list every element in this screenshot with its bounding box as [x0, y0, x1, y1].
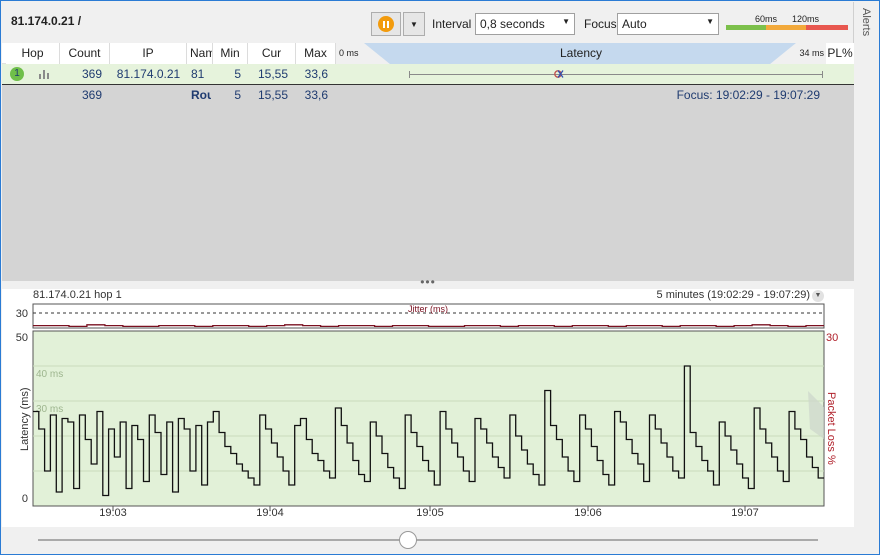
- col-ip[interactable]: IP: [110, 43, 187, 64]
- chevron-down-icon: ▼: [562, 17, 570, 26]
- latency-color-legend: 60ms 120ms: [726, 14, 848, 32]
- legend-red-bar: [806, 25, 848, 30]
- col-cur[interactable]: Cur: [248, 43, 296, 64]
- col-latency[interactable]: 0 ms Latency 34 ms: [336, 43, 826, 64]
- x-axis: 19:03 19:04 19:05 19:06 19:07: [99, 506, 759, 519]
- y2-axis-max: 30: [826, 332, 838, 344]
- timeline-graph: 81.174.0.21 hop 1 5 minutes (19:02:29 - …: [2, 289, 854, 527]
- y-axis-zero: 0: [22, 493, 28, 505]
- latency-header-label: Latency: [559, 46, 603, 60]
- bar-chart-icon[interactable]: [39, 69, 51, 79]
- legend-60ms: 60ms: [755, 14, 778, 24]
- x-tick-label: 19:05: [416, 507, 444, 519]
- pause-icon: [378, 16, 394, 32]
- legend-120ms: 120ms: [792, 14, 820, 24]
- splitter-grip-icon: •••: [420, 275, 436, 289]
- summary-max: 33,6: [304, 88, 328, 102]
- latency-plot-area: [32, 330, 825, 507]
- gridline-30-label: 30 ms: [36, 404, 63, 415]
- col-count[interactable]: Count: [60, 43, 110, 64]
- target-host[interactable]: 81.174.0.21 /: [11, 14, 81, 28]
- summary-min: 5: [234, 88, 241, 102]
- alerts-label: Alerts: [860, 8, 872, 37]
- cell-max: 33,6: [304, 67, 328, 81]
- summary-count: 369: [81, 88, 102, 102]
- interval-select[interactable]: 0,8 seconds ▼: [475, 13, 575, 35]
- summary-row: 369 Round Trip 5 15,55 33,6 Focus: 19:02…: [2, 84, 854, 104]
- cell-cur: 15,55: [257, 67, 288, 81]
- col-name[interactable]: Name: [187, 43, 213, 64]
- legend-green-bar: [726, 25, 766, 30]
- latency-current-marker-icon: [554, 70, 564, 78]
- chevron-down-icon: ▼: [706, 17, 714, 26]
- interval-value: 0,8 seconds: [480, 17, 545, 31]
- y-axis-label: Latency (ms): [19, 387, 31, 451]
- table-row[interactable]: 1 369 81.174.0.21 81 5 15,55 33,6: [2, 64, 854, 84]
- cell-min: 5: [234, 67, 241, 81]
- col-min[interactable]: Min: [213, 43, 248, 64]
- x-tick-label: 19:03: [99, 507, 127, 519]
- summary-cur: 15,55: [257, 88, 288, 102]
- time-slider-track[interactable]: [38, 539, 818, 541]
- col-hop[interactable]: Hop: [6, 43, 60, 64]
- col-max[interactable]: Max: [296, 43, 336, 64]
- jitter-axis-max: 30: [16, 308, 28, 320]
- latency-range-track: [409, 71, 823, 78]
- gridline-40-label: 40 ms: [36, 369, 63, 380]
- chevron-down-icon: ▼: [410, 19, 418, 29]
- y-axis-max: 50: [16, 332, 28, 344]
- x-tick-label: 19:04: [256, 507, 284, 519]
- pane-splitter[interactable]: •••: [2, 275, 854, 289]
- legend-orange-bar: [766, 25, 806, 30]
- x-tick-label: 19:06: [574, 507, 602, 519]
- app-window: 81.174.0.21 / ▼ Interval 0,8 seconds ▼ F…: [0, 0, 880, 555]
- interval-label: Interval: [432, 17, 472, 31]
- jitter-label: Jitter (ms): [408, 304, 448, 314]
- cell-ip: 81.174.0.21: [116, 67, 181, 81]
- focus-value: Auto: [622, 17, 647, 31]
- cell-name: 81: [191, 67, 205, 81]
- table-header: Hop Count IP Name Min Cur Max 0 ms Laten…: [2, 43, 854, 64]
- hop-number-badge: 1: [10, 67, 24, 81]
- pause-button[interactable]: [371, 12, 401, 36]
- focus-label: Focus: [584, 17, 617, 31]
- y2-axis-label: Packet Loss %: [825, 392, 837, 465]
- toolbar: 81.174.0.21 / ▼ Interval 0,8 seconds ▼ F…: [2, 2, 854, 42]
- x-tick-label: 19:07: [731, 507, 759, 519]
- cell-count: 369: [81, 67, 102, 81]
- focus-select[interactable]: Auto ▼: [617, 13, 719, 35]
- summary-name: Round Trip: [191, 88, 211, 102]
- col-packet-loss[interactable]: PL%: [826, 43, 854, 64]
- latency-chart: Jitter (ms) 30 40 ms 30 ms 50 0 30 Laten…: [16, 303, 838, 519]
- alerts-tab[interactable]: Alerts: [853, 2, 879, 532]
- pause-dropdown-button[interactable]: ▼: [403, 12, 425, 36]
- time-slider-thumb[interactable]: [399, 531, 417, 549]
- time-slider-bar: [2, 527, 879, 554]
- focus-range: Focus: 19:02:29 - 19:07:29: [676, 88, 820, 102]
- hop-table: Hop Count IP Name Min Cur Max 0 ms Laten…: [2, 43, 854, 281]
- latency-max-label: 34 ms: [799, 48, 824, 58]
